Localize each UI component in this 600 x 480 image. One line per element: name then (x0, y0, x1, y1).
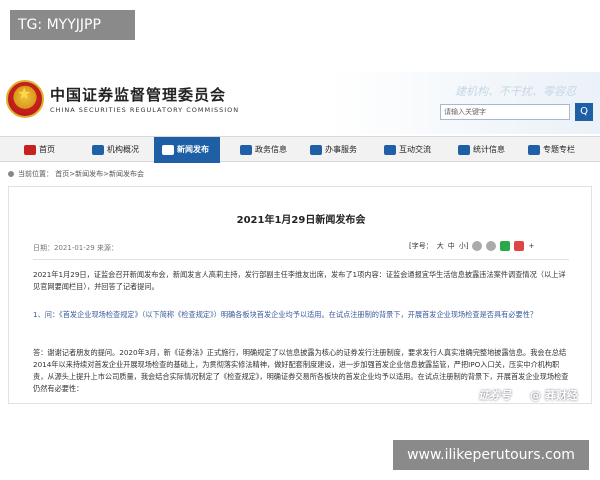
search-button[interactable]: Q (575, 103, 593, 121)
topic-icon (528, 145, 540, 155)
font-medium-button[interactable]: 中 (448, 241, 455, 251)
document-icon (240, 145, 252, 155)
chart-icon (458, 145, 470, 155)
nav-label: 首页 (39, 145, 55, 154)
more-share-button[interactable]: + (528, 242, 534, 250)
top-watermark-tag: TG: MYYJJPP (10, 10, 135, 40)
search-input[interactable]: 请输入关键字 (440, 104, 570, 120)
screenshot-page: TG: MYYJJPP ★ 中国证券监督管理委员会 CHINA SECURITI… (0, 0, 600, 480)
header-slogan: 建机构、不干扰、零容忍 (455, 85, 576, 98)
nav-label: 新闻发布 (177, 145, 209, 154)
author-watermark: @ 莽财经 (530, 389, 578, 402)
email-icon[interactable] (486, 241, 497, 251)
home-icon (24, 145, 36, 155)
print-icon[interactable] (472, 241, 483, 251)
location-pin-icon (8, 171, 14, 177)
nav-label: 机构概况 (107, 145, 139, 154)
nav-label: 互动交流 (399, 145, 431, 154)
nav-label: 办事服务 (325, 145, 357, 154)
nav-item-interaction[interactable]: 互动交流 (384, 137, 444, 163)
nav-item-services[interactable]: 办事服务 (310, 137, 370, 163)
font-large-button[interactable]: 大 (437, 241, 444, 251)
building-icon (92, 145, 104, 155)
nav-label: 政务信息 (255, 145, 287, 154)
breadcrumb: 当前位置： 首页>新闻发布>新闻发布会 (8, 169, 144, 179)
font-small-button[interactable]: 小] (459, 241, 469, 251)
nav-item-statistics[interactable]: 统计信息 (458, 137, 518, 163)
article-panel: 2021年1月29日新闻发布会 日期：2021-01-29 来源： [字号： 大… (8, 186, 592, 404)
news-icon (162, 145, 174, 155)
service-icon (310, 145, 322, 155)
nav-item-about[interactable]: 机构概况 (92, 137, 154, 163)
article-question: 1、问：《首发企业现场检查规定》（以下简称《检查规定》）明确各板块首发企业均予以… (33, 310, 538, 319)
nav-item-gov-info[interactable]: 政务信息 (240, 137, 300, 163)
nav-label: 专题专栏 (543, 145, 575, 154)
platform-watermark: 证券号 (478, 389, 511, 402)
site-name-en: CHINA SECURITIES REGULATORY COMMISSION (50, 106, 240, 114)
chat-icon (384, 145, 396, 155)
font-size-controls: [字号： 大 中 小] + (409, 241, 534, 251)
font-size-label: [字号： (409, 242, 433, 250)
meta-divider (33, 259, 569, 260)
emblem-star-icon: ★ (17, 84, 32, 103)
breadcrumb-text[interactable]: 当前位置： 首页>新闻发布>新闻发布会 (18, 169, 144, 179)
weibo-share-icon[interactable] (514, 241, 525, 251)
nav-item-news[interactable]: 新闻发布 (154, 137, 220, 163)
site-name[interactable]: 中国证券监督管理委员会 (50, 84, 226, 105)
article-paragraph: 2021年1月29日，证监会召开新闻发布会，新闻发言人高莉主持，发行部副主任李维… (33, 270, 566, 291)
wechat-share-icon[interactable] (500, 241, 511, 251)
nav-item-topics[interactable]: 专题专栏 (528, 137, 594, 163)
article-meta: 日期：2021-01-29 来源： (33, 244, 118, 252)
bottom-watermark-tag: www.ilikeperutours.com (393, 440, 589, 470)
nav-item-home[interactable]: 首页 (24, 137, 84, 163)
main-nav: 首页 机构概况 新闻发布 政务信息 办事服务 互动交流 统计信息 专题专栏 (0, 136, 600, 163)
article-title: 2021年1月29日新闻发布会 (236, 215, 366, 226)
nav-label: 统计信息 (473, 145, 505, 154)
